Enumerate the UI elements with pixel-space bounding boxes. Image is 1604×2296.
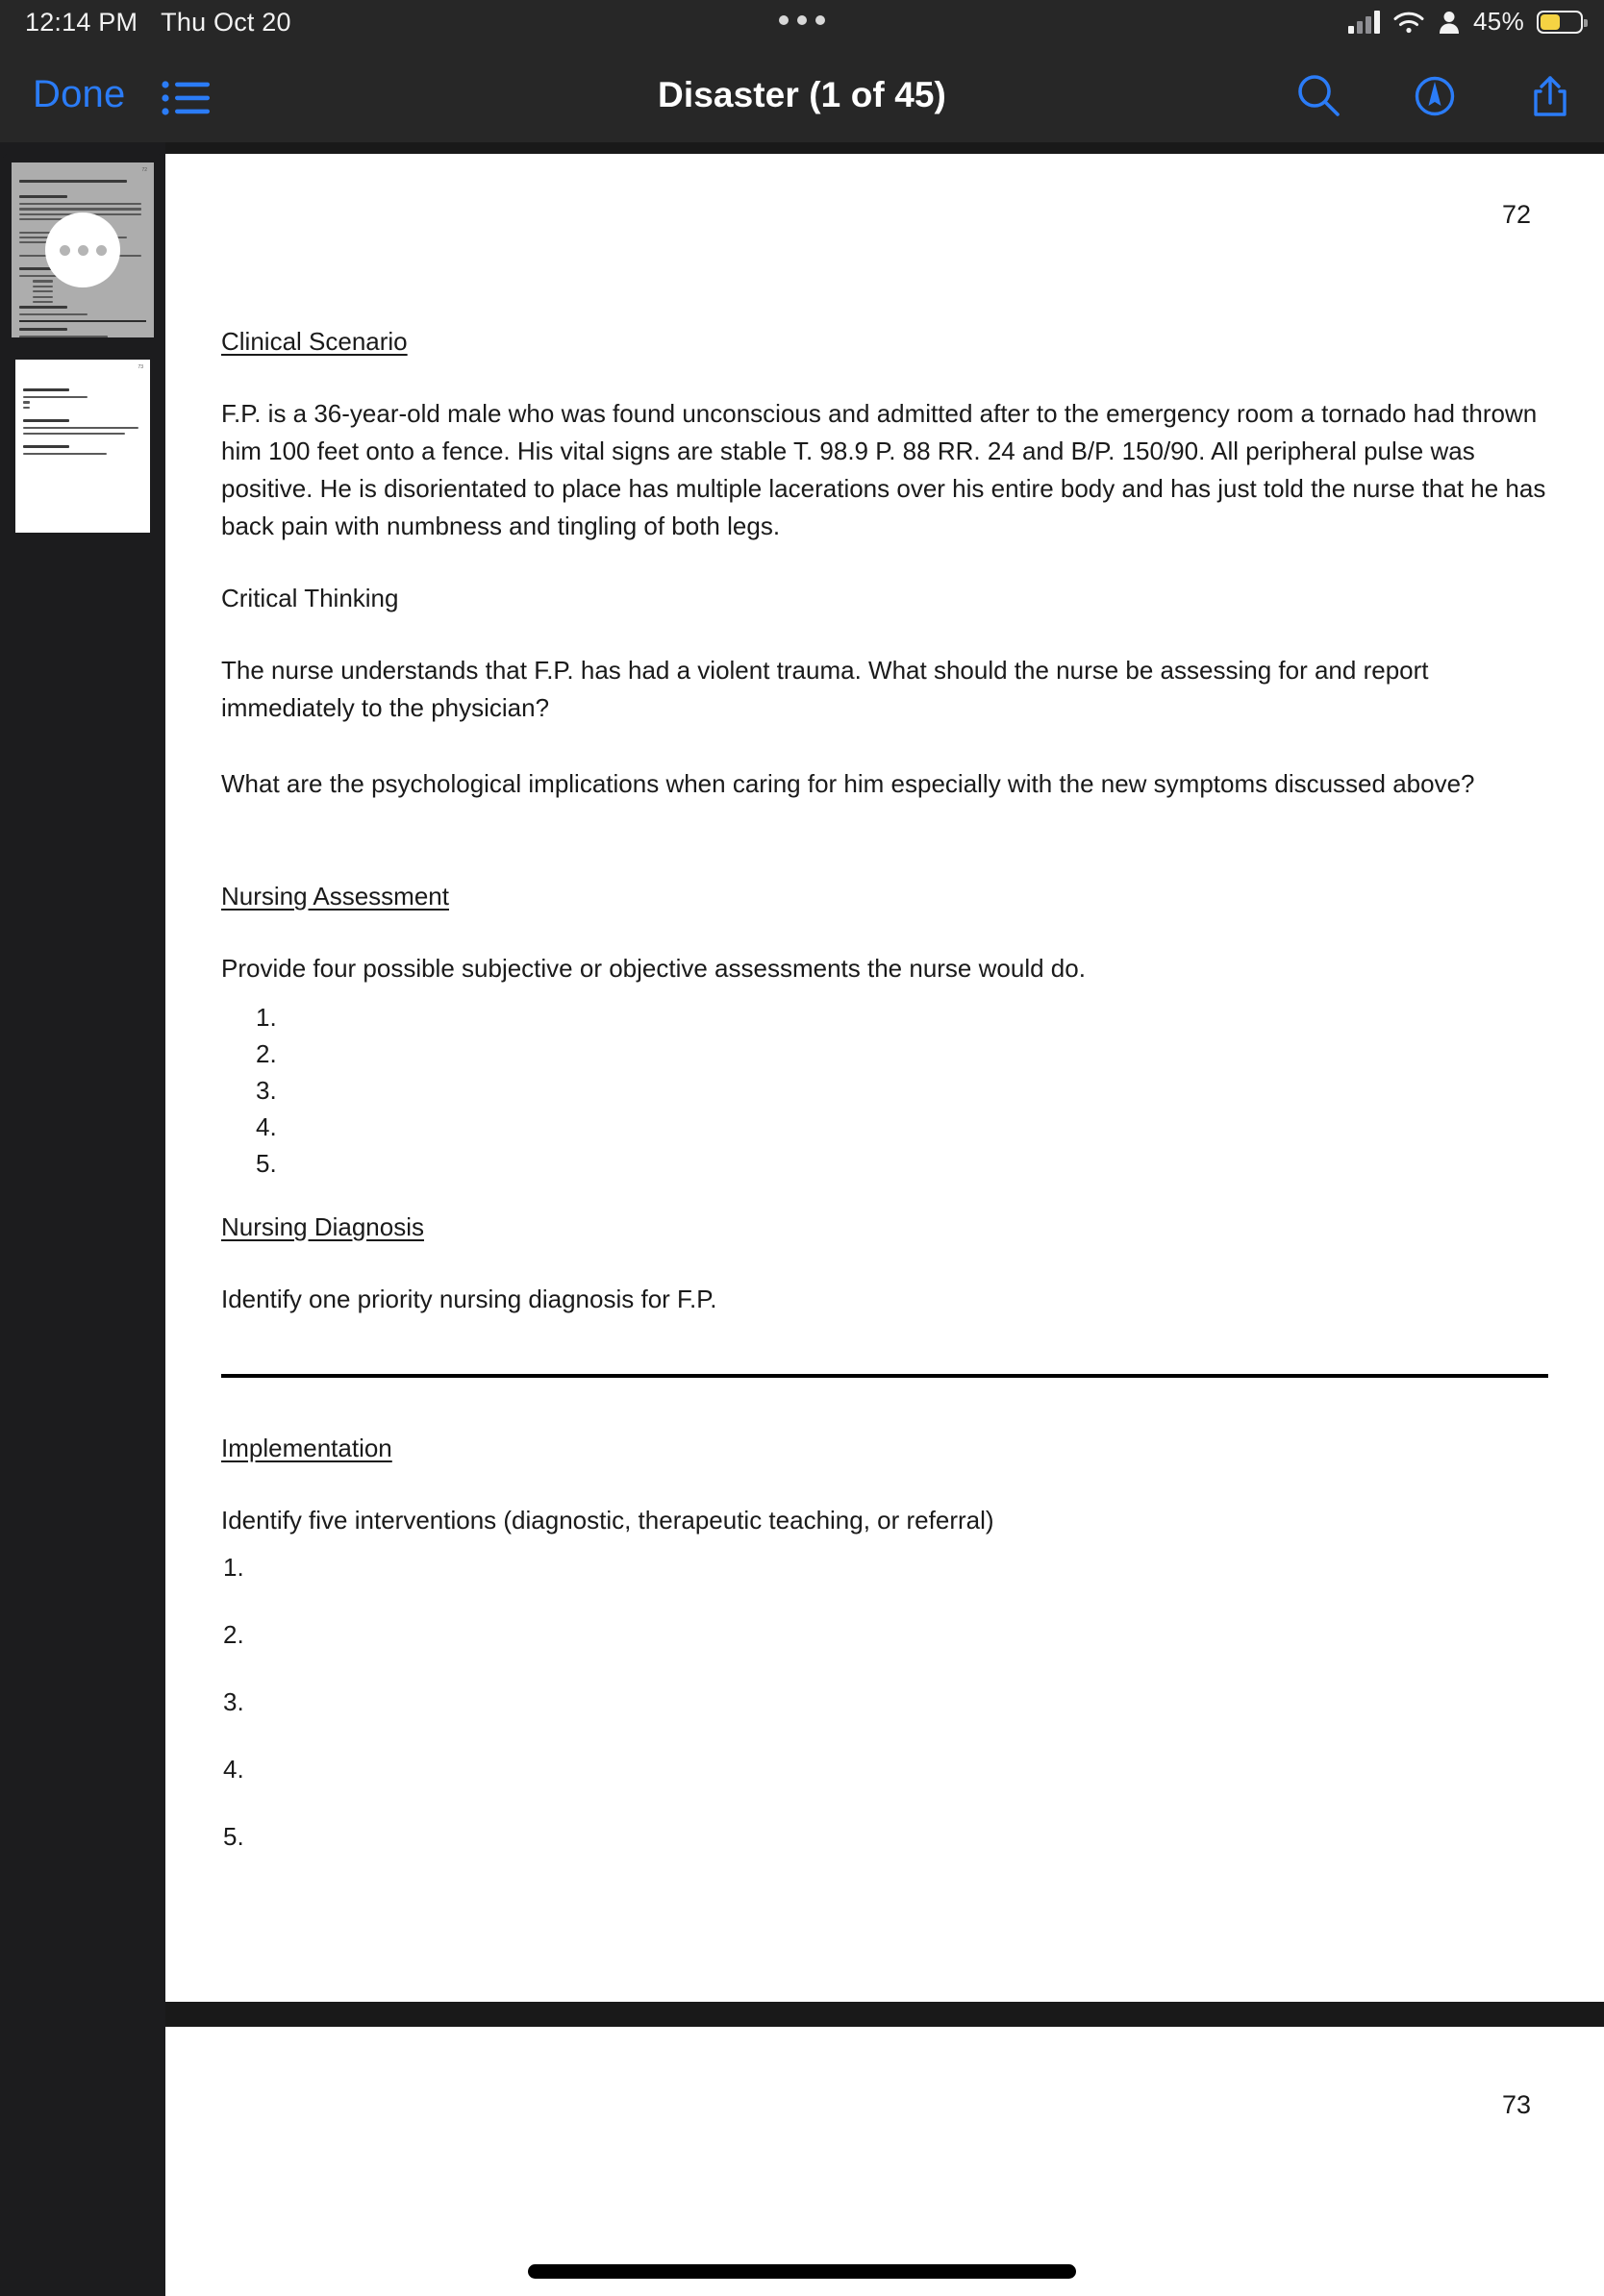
heading-implementation: Implementation: [221, 1434, 392, 1462]
list-item: 1.: [223, 1553, 244, 1582]
list-item: 4.: [223, 1755, 244, 1784]
list-item: 1.: [256, 1003, 277, 1032]
heading-critical-thinking: Critical Thinking: [221, 584, 399, 612]
status-bar-left: 12:14 PM Thu Oct 20: [25, 8, 291, 37]
search-icon[interactable]: [1294, 71, 1344, 121]
status-bar-time: 12:14 PM: [25, 8, 138, 37]
list-item: 5.: [223, 1822, 244, 1851]
thumbnail-page-73[interactable]: 73: [15, 360, 150, 533]
list-item: 2.: [256, 1039, 277, 1068]
heading-nursing-assessment: Nursing Assessment: [221, 882, 449, 911]
more-dots-badge[interactable]: [45, 212, 120, 287]
implementation-list: 1. 2. 3. 4. 5.: [223, 1553, 1548, 1889]
thumbnail-page-number: 73: [138, 364, 143, 370]
heading-nursing-diagnosis: Nursing Diagnosis: [221, 1212, 424, 1241]
nursing-assessment-list: 1. 2. 3. 4. 5.: [256, 1005, 1548, 1187]
clinical-scenario-text: F.P. is a 36-year-old male who was found…: [221, 399, 1546, 540]
implementation-prompt: Identify five interventions (diagnostic,…: [221, 1506, 994, 1535]
person-icon: [1440, 11, 1460, 34]
dynamic-island-dots: [779, 15, 825, 25]
critical-thinking-question-1: The nurse understands that F.P. has had …: [221, 656, 1429, 722]
list-item: 3.: [256, 1076, 277, 1105]
document-page-73: 73 Evaluation Evaluate two outcome goals…: [165, 2027, 1604, 2296]
reader-toolbar: Done Disaster (1 of 45): [0, 46, 1604, 142]
document-scroll-area[interactable]: 72 Clinical Scenario F.P. is a 36-year-o…: [165, 142, 1604, 2296]
page-number-label: 73: [1501, 2090, 1531, 2119]
share-icon[interactable]: [1525, 71, 1575, 121]
page-body: Clinical Scenario F.P. is a 36-year-old …: [221, 248, 1548, 1889]
toolbar-actions: [1294, 71, 1575, 121]
section-divider-rule: [221, 1374, 1548, 1378]
document-page-72: 72 Clinical Scenario F.P. is a 36-year-o…: [165, 154, 1604, 2002]
list-item: 2.: [223, 1620, 244, 1649]
cellular-signal-icon: [1348, 10, 1381, 34]
page-number-label: 72: [1501, 200, 1531, 229]
markup-pen-icon[interactable]: [1410, 71, 1460, 121]
status-bar: 12:14 PM Thu Oct 20 45%: [0, 0, 1604, 46]
list-item: 5.: [256, 1149, 277, 1178]
thumbnail-selected-frame: 72: [3, 154, 163, 346]
battery-percent-label: 45%: [1473, 7, 1524, 36]
battery-icon: [1537, 10, 1588, 34]
thumbnail-page-72[interactable]: 72: [3, 154, 163, 346]
critical-thinking-question-2: What are the psychological implications …: [221, 769, 1475, 798]
page-thumbnail-sidebar[interactable]: 72 73: [0, 142, 165, 2296]
list-item: 3.: [223, 1687, 244, 1716]
ipad-books-reader-screen: 12:14 PM Thu Oct 20 45% Done Disaster (1…: [0, 0, 1604, 2296]
wifi-icon: [1393, 12, 1424, 33]
thumbnail-page-number: 72: [141, 167, 147, 173]
heading-clinical-scenario: Clinical Scenario: [221, 327, 408, 356]
nursing-diagnosis-prompt: Identify one priority nursing diagnosis …: [221, 1285, 717, 1313]
thumbnail-page-sheet: 72: [12, 162, 154, 337]
status-bar-right: 45%: [1348, 7, 1588, 37]
home-indicator[interactable]: [528, 2264, 1076, 2279]
list-item: 4.: [256, 1112, 277, 1141]
thumbnail-page-sheet: 73: [15, 360, 150, 533]
status-bar-date: Thu Oct 20: [161, 8, 291, 37]
nursing-assessment-prompt: Provide four possible subjective or obje…: [221, 954, 1086, 983]
